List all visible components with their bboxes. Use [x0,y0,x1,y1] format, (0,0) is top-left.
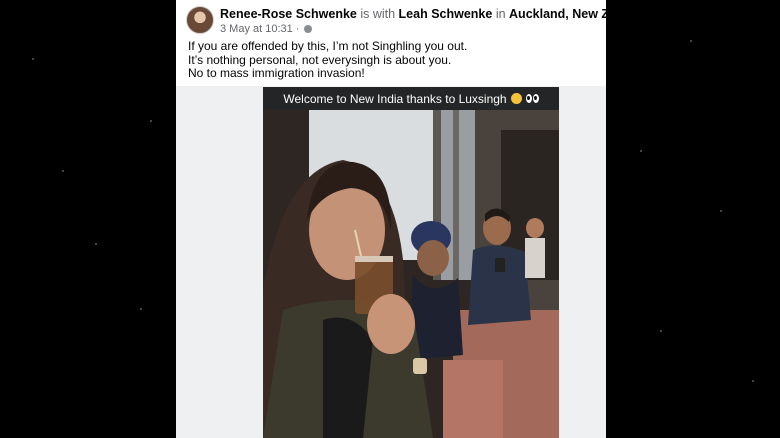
author-line: Renee-Rose Schwenke is with Leah Schwenk… [220,7,606,21]
post-text-line: It’s nothing personal, not everysingh is… [188,52,452,67]
avatar[interactable] [186,6,214,34]
photo-caption-bar: Welcome to New India thanks to Luxsingh [263,87,559,110]
star [640,150,642,152]
star [720,210,722,212]
meta-separator: · [295,23,300,35]
post-text-line: No to mass immigration invasion! [188,66,365,80]
post-timestamp[interactable]: 3 May at 10:31 [220,23,293,35]
star [95,243,97,245]
star [752,380,754,382]
photo-scene [263,110,559,438]
with-text: is with [356,7,399,21]
post-media-area: Welcome to New India thanks to Luxsingh [176,86,606,438]
photo-caption: Welcome to New India thanks to Luxsingh [283,91,507,106]
star [150,120,152,122]
post-meta: 3 May at 10:31 · [220,23,313,35]
eyes-emoji-icon [525,94,539,103]
star [660,330,662,332]
in-text: in [492,7,510,21]
star [140,308,142,310]
winking-tongue-face-emoji-icon [510,93,522,104]
location-link[interactable]: Auckland, New Zealand [509,7,606,21]
author-name[interactable]: Renee-Rose Schwenke [220,7,357,21]
facebook-post-card: Renee-Rose Schwenke is with Leah Schwenk… [176,0,606,438]
star [62,170,64,172]
star [32,58,34,60]
star [690,40,692,42]
post-photo[interactable]: Welcome to New India thanks to Luxsingh [263,87,559,438]
post-text: If you are offended by this, I’m not Sin… [188,39,468,81]
post-header: Renee-Rose Schwenke is with Leah Schwenk… [186,6,606,36]
tagged-name[interactable]: Leah Schwenke [399,7,493,21]
globe-icon [304,25,313,33]
post-text-line: If you are offended by this, I’m not Sin… [188,39,468,53]
